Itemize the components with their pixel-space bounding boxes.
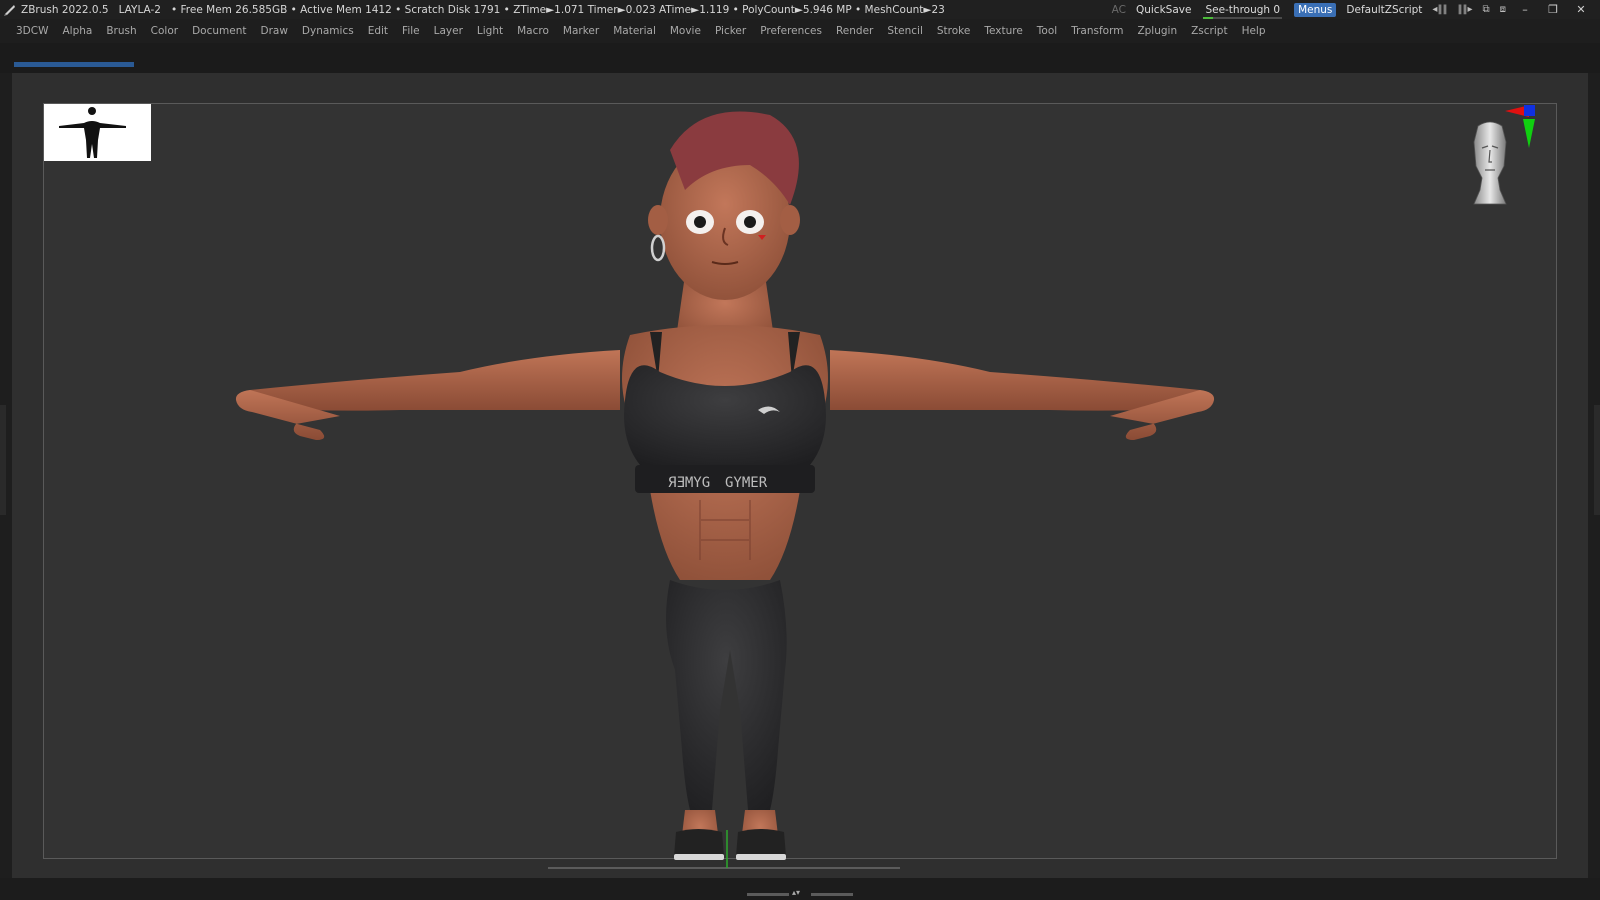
bottom-handle-arrows-icon: ▴▾ xyxy=(792,888,801,897)
menu-tool[interactable]: Tool xyxy=(1037,25,1057,37)
menu-preferences[interactable]: Preferences xyxy=(760,25,822,37)
menu-3dcw[interactable]: 3DCW xyxy=(16,25,48,37)
right-tray-handle[interactable] xyxy=(1594,405,1600,515)
hoop-earring xyxy=(650,234,666,262)
close-icon[interactable]: ✕ xyxy=(1572,3,1590,16)
menu-material[interactable]: Material xyxy=(613,25,656,37)
see-through-label: See-through 0 xyxy=(1205,3,1281,16)
band-text-left: ЯƎMYG xyxy=(668,475,710,491)
menu-layer[interactable]: Layer xyxy=(434,25,463,37)
menu-help[interactable]: Help xyxy=(1242,25,1266,37)
axis-gizmo[interactable] xyxy=(1505,103,1555,153)
menu-color[interactable]: Color xyxy=(151,25,178,37)
navigation-head-icon[interactable] xyxy=(1470,118,1510,206)
menu-document[interactable]: Document xyxy=(192,25,246,37)
quicksave-button[interactable]: QuickSave xyxy=(1136,4,1191,16)
menu-movie[interactable]: Movie xyxy=(670,25,701,37)
menu-render[interactable]: Render xyxy=(836,25,873,37)
title-bar: ZBrush 2022.0.5 LAYLA-2 • Free Mem 26.58… xyxy=(0,0,1600,19)
zbrush-logo-icon xyxy=(4,4,15,16)
menu-stroke[interactable]: Stroke xyxy=(937,25,970,37)
character-model[interactable]: ЯƎMYG GYMER xyxy=(230,110,1220,880)
menu-transform[interactable]: Transform xyxy=(1071,25,1123,37)
silhouette-thumbnail[interactable] xyxy=(44,104,151,161)
z-axis-box xyxy=(1524,105,1535,116)
leggings xyxy=(666,580,787,810)
menu-alpha[interactable]: Alpha xyxy=(62,25,92,37)
top-shelf xyxy=(0,43,1600,73)
menu-draw[interactable]: Draw xyxy=(260,25,287,37)
layout-windows-icon[interactable]: ⧈ xyxy=(1500,4,1506,15)
document-name: LAYLA-2 xyxy=(118,3,161,16)
menu-file[interactable]: File xyxy=(402,25,420,37)
menu-brush[interactable]: Brush xyxy=(106,25,136,37)
bottom-handle-left xyxy=(747,893,789,896)
menu-zscript[interactable]: Zscript xyxy=(1191,25,1227,37)
menu-edit[interactable]: Edit xyxy=(368,25,388,37)
menu-texture[interactable]: Texture xyxy=(984,25,1022,37)
progress-bar xyxy=(14,62,134,67)
titlebar-right-controls: AC QuickSave See-through 0 Menus Default… xyxy=(1112,0,1600,19)
main-menu-bar: 3DCW Alpha Brush Color Document Draw Dyn… xyxy=(0,19,1600,43)
menu-zplugin[interactable]: Zplugin xyxy=(1137,25,1177,37)
band-text-right: GYMER xyxy=(725,475,768,491)
menu-macro[interactable]: Macro xyxy=(517,25,549,37)
silhouette-icon xyxy=(59,107,126,158)
layout-swap-icon[interactable]: ⧉ xyxy=(1482,4,1489,15)
menu-marker[interactable]: Marker xyxy=(563,25,599,37)
app-version: ZBrush 2022.0.5 xyxy=(21,3,109,16)
menu-dynamics[interactable]: Dynamics xyxy=(302,25,354,37)
head xyxy=(648,111,800,300)
menus-button[interactable]: Menus xyxy=(1294,2,1337,17)
menu-picker[interactable]: Picker xyxy=(715,25,746,37)
restore-icon[interactable]: ❐ xyxy=(1544,3,1562,16)
ac-toggle[interactable]: AC xyxy=(1112,4,1126,16)
menu-light[interactable]: Light xyxy=(477,25,503,37)
see-through-slider[interactable]: See-through 0 xyxy=(1201,3,1284,19)
minimize-icon[interactable]: – xyxy=(1516,3,1534,16)
y-axis-arrow xyxy=(1523,119,1535,148)
default-zscript-button[interactable]: DefaultZScript xyxy=(1346,4,1422,16)
left-tray-handle[interactable] xyxy=(0,405,6,515)
shoes xyxy=(674,810,786,860)
menu-stencil[interactable]: Stencil xyxy=(887,25,923,37)
bottom-tray-handle[interactable]: ▴▾ xyxy=(747,888,853,897)
bottom-handle-right xyxy=(811,893,853,896)
tray-collapse-right-icon[interactable]: ‖‖▸ xyxy=(1457,4,1472,15)
tray-collapse-left-icon[interactable]: ◂‖‖ xyxy=(1432,4,1447,15)
memory-stats: • Free Mem 26.585GB • Active Mem 1412 • … xyxy=(170,3,945,16)
